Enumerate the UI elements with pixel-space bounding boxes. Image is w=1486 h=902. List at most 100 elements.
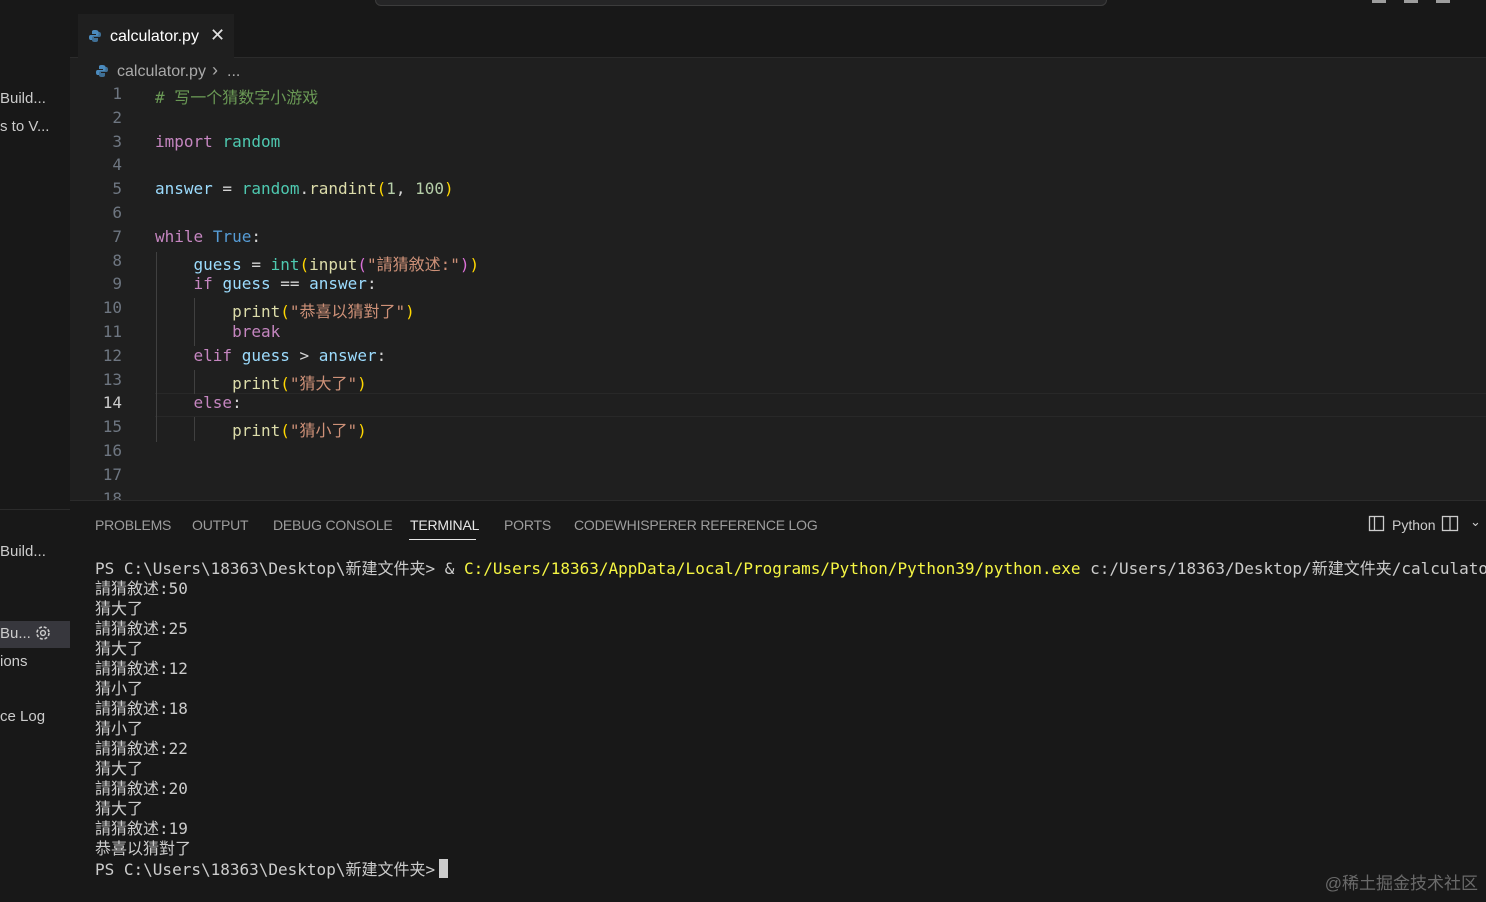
line-number: 17 [102, 464, 122, 484]
code-line[interactable]: 6 [70, 203, 1486, 227]
sidebar-item[interactable]: Build... [0, 543, 46, 560]
sidebar-item[interactable]: Build... [0, 90, 46, 107]
terminal-line: 請猜敘述:20 [95, 779, 1486, 799]
code-line[interactable]: 1 # 写一个猜数字小游戏 [70, 84, 1486, 108]
code-token: ) [459, 254, 470, 274]
code-text: print("猜大了") [155, 370, 367, 394]
sidebar-item[interactable]: s to V... [0, 118, 49, 135]
tab-debug-console[interactable]: DEBUG CONSOLE [273, 517, 393, 533]
line-number: 1 [112, 84, 122, 103]
line-number: 18 [102, 488, 122, 500]
terminal-line: 請猜敘述:19 [95, 819, 1486, 839]
watermark: @稀土掘金技术社区 [1324, 874, 1478, 893]
code-line[interactable]: 2 [70, 108, 1486, 132]
code-token: guess [241, 345, 290, 365]
code-token: ) [357, 373, 367, 393]
terminal-output[interactable]: PS C:\Users\18363\Desktop\新建文件夹> & C:/Us… [95, 559, 1486, 879]
terminal-text: 請猜敘述:25 [95, 619, 188, 638]
code-token: == [270, 274, 310, 294]
terminal-line: 猜大了 [95, 799, 1486, 819]
tab-calculator-py[interactable]: calculator.py ✕ [78, 14, 234, 59]
code-line[interactable]: 18 [70, 489, 1486, 500]
code-line[interactable]: 9 if guess == answer: [70, 274, 1486, 298]
window-control[interactable] [1436, 0, 1450, 3]
code-line[interactable]: 15 print("猜小了") [70, 417, 1486, 441]
terminal-text: 請猜敘述:18 [95, 699, 188, 718]
code-line[interactable]: 5 answer = random.randint(1, 100) [70, 179, 1486, 203]
tab-output[interactable]: OUTPUT [192, 517, 249, 533]
terminal-line: 猜小了 [95, 679, 1486, 699]
terminal-line: 猜大了 [95, 759, 1486, 779]
tab-problems[interactable]: PROBLEMS [95, 517, 171, 533]
code-text: break [155, 322, 280, 341]
code-text: answer = random.randint(1, 100) [155, 179, 454, 198]
sidebar-item[interactable]: ce Log [0, 708, 45, 725]
code-token: 1 [386, 179, 396, 199]
terminal-text: PS C:\Users\18363\Desktop\新建文件夹> & [95, 559, 464, 578]
terminal-text: c:/Users/18363/Desktop/新建文件夹/calculator.… [1080, 559, 1486, 578]
terminal-text: 猜大了 [95, 759, 144, 778]
code-token: 100 [415, 179, 445, 199]
code-token: random [222, 131, 281, 151]
code-text: elif guess > answer: [155, 345, 387, 365]
code-line[interactable]: 10 print("恭喜以猜對了") [70, 298, 1486, 322]
terminal-selector[interactable]: Python [1368, 515, 1436, 535]
code-token: : [376, 345, 387, 365]
terminal-line: 猜大了 [95, 599, 1486, 619]
code-line[interactable]: 7 while True: [70, 227, 1486, 251]
code-text: guess = int(input("請猜敘述:")) [155, 251, 480, 275]
code-token: ( [280, 373, 290, 393]
terminal-text: 猜大了 [95, 799, 144, 818]
code-token: = [212, 179, 242, 199]
code-line[interactable]: 13 print("猜大了") [70, 370, 1486, 394]
code-line[interactable]: 4 [70, 155, 1486, 179]
bottom-panel: PROBLEMS OUTPUT DEBUG CONSOLE TERMINAL P… [70, 500, 1486, 902]
sidebar-item[interactable]: Bu... [0, 625, 31, 642]
window-control[interactable] [1404, 0, 1418, 3]
terminal-line: 請猜敘述:25 [95, 619, 1486, 639]
terminal-text: 猜大了 [95, 599, 144, 618]
split-terminal-icon[interactable] [1441, 515, 1459, 532]
breadcrumb-file[interactable]: calculator.py [117, 63, 206, 81]
code-token: import [155, 131, 213, 151]
code-editor[interactable]: 1 # 写一个猜数字小游戏 2 3 import random 4 5 answer = ra… [70, 84, 1486, 500]
code-token: random [241, 179, 300, 199]
code-token: answer [318, 345, 377, 365]
breadcrumb-symbols[interactable]: ... [227, 63, 240, 81]
line-number: 15 [102, 417, 122, 437]
code-token: # 写一个猜数字小游戏 [155, 88, 319, 107]
code-line[interactable]: 3 import random [70, 132, 1486, 156]
code-line[interactable]: 12 elif guess > answer: [70, 346, 1486, 370]
chevron-down-icon[interactable]: ⌄ [1470, 515, 1481, 530]
sidebar-item[interactable]: ions [0, 653, 28, 670]
code-token: if [193, 274, 213, 294]
code-line[interactable]: 8 guess = int(input("請猜敘述:")) [70, 251, 1486, 275]
close-icon[interactable]: ✕ [210, 25, 225, 46]
terminal-line: 請猜敘述:18 [95, 699, 1486, 719]
code-text: while True: [155, 227, 261, 246]
line-number: 9 [112, 274, 122, 294]
terminal-line: 猜小了 [95, 719, 1486, 739]
line-number: 4 [112, 155, 122, 175]
code-line[interactable]: 11 break [70, 322, 1486, 346]
terminal-text: 恭喜以猜對了 [95, 839, 192, 858]
tab-terminal[interactable]: TERMINAL [410, 517, 479, 533]
code-token: : [366, 274, 377, 294]
code-line[interactable]: 17 [70, 465, 1486, 489]
code-token: print [232, 373, 281, 393]
gear-icon[interactable] [33, 623, 53, 643]
code-token: "猜大了" [289, 373, 358, 393]
terminal-text: 請猜敘述:20 [95, 779, 188, 798]
terminal-icon [1368, 515, 1385, 532]
tab-codewhisperer-reference-log[interactable]: CODEWHISPERER REFERENCE LOG [574, 517, 818, 533]
code-line[interactable]: 16 [70, 441, 1486, 465]
code-token: ( [299, 254, 310, 274]
window-control[interactable] [1372, 0, 1386, 3]
command-center[interactable] [375, 0, 1107, 6]
code-line[interactable]: 14 else: [70, 393, 1486, 417]
tab-ports[interactable]: PORTS [504, 517, 551, 533]
code-token: else [193, 393, 233, 413]
sidebar: Build... s to V... Build... Bu... ions c… [0, 14, 70, 902]
code-token: answer [309, 274, 367, 294]
